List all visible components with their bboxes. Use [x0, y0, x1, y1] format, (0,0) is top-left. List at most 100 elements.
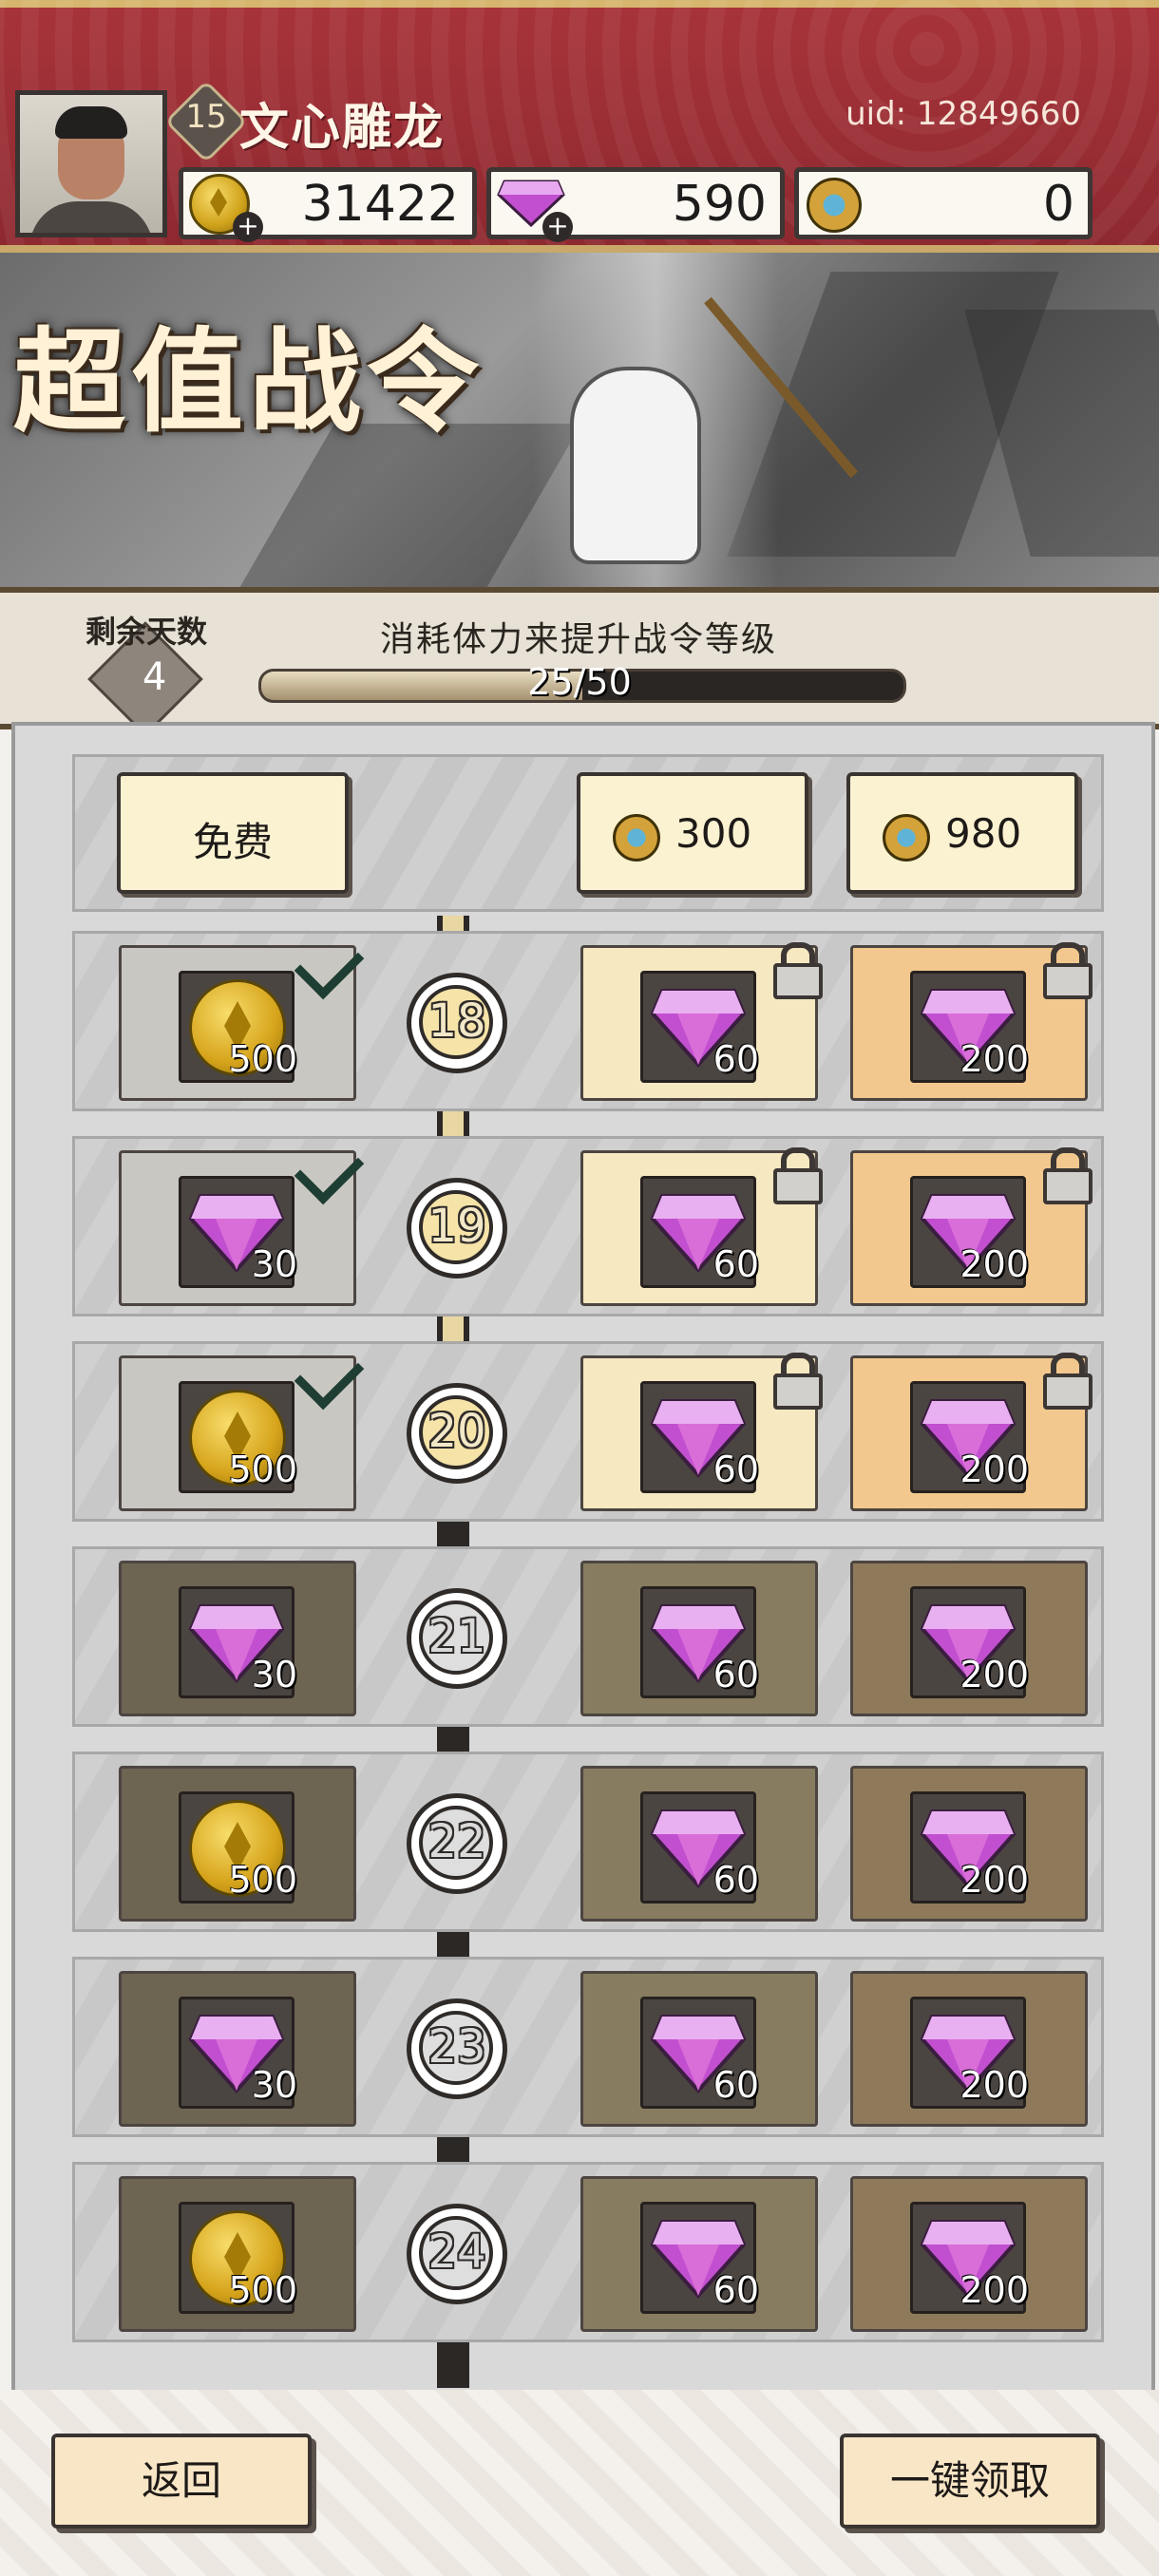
reward-item: 60 [640, 1176, 759, 1288]
add-gem-button[interactable]: + [542, 212, 573, 242]
level-number-badge: 23 [407, 1998, 507, 2099]
tier1-price: 300 [675, 810, 752, 857]
player-header: 15 文心雕龙 uid: 12849660 + 31422 + 590 0 [0, 0, 1159, 253]
lock-icon [1039, 1146, 1092, 1204]
tier2-reward-cell[interactable]: 200 [850, 1971, 1088, 2127]
reward-item: 30 [179, 1176, 297, 1288]
progress-value: 25/50 [527, 661, 632, 703]
reward-item: 60 [640, 971, 759, 1083]
progress-area: 剩余天数 4 消耗体力来提升战令等级 25/50 [0, 587, 1159, 737]
reward-item: 200 [910, 971, 1029, 1083]
free-reward-cell[interactable]: 500 [119, 1766, 356, 1922]
reward-quantity: 500 [228, 1038, 297, 1080]
reward-quantity: 500 [228, 1859, 297, 1901]
reward-item: 200 [910, 1586, 1029, 1698]
lock-icon [1039, 940, 1092, 999]
reward-quantity: 30 [251, 2064, 297, 2106]
days-remaining-value: 4 [142, 655, 167, 699]
tier1-reward-cell[interactable]: 60 [580, 2176, 818, 2332]
free-tier-button[interactable]: 免费 [117, 772, 349, 894]
reward-item: 60 [640, 1586, 759, 1698]
reward-item: 60 [640, 1997, 759, 2109]
tier2-reward-cell[interactable]: 200 [850, 1147, 1092, 1306]
tier2-reward-cell[interactable]: 200 [850, 1353, 1092, 1511]
free-reward-cell[interactable]: 30 [119, 1134, 365, 1306]
reward-quantity: 200 [960, 1654, 1029, 1695]
level-row: 500 60 200 [72, 2162, 1104, 2342]
tier2-reward-cell[interactable]: 200 [850, 1766, 1088, 1922]
level-row: 30 60 200 [72, 1546, 1104, 1727]
reward-quantity: 60 [712, 1038, 759, 1080]
reward-quantity: 200 [960, 1038, 1029, 1080]
reward-item: 500 [179, 1791, 297, 1904]
token-icon [807, 178, 862, 233]
level-number-badge: 20 [407, 1383, 507, 1484]
free-reward-cell[interactable]: 30 [119, 1971, 356, 2127]
gem-currency: + 590 [486, 167, 785, 242]
tier2-reward-cell[interactable]: 200 [850, 1561, 1088, 1716]
reward-quantity: 60 [712, 2269, 759, 2311]
token-amount: 0 [1042, 176, 1074, 233]
free-reward-cell[interactable]: 500 [119, 1339, 365, 1511]
level-number: 24 [428, 2226, 486, 2279]
tier1-reward-cell[interactable]: 60 [580, 942, 823, 1101]
level-row: 500 60 200 [72, 929, 1104, 1111]
claimed-check-icon [294, 929, 365, 1000]
token-currency: 0 [794, 167, 1092, 239]
reward-quantity: 60 [712, 1654, 759, 1695]
claimed-check-icon [294, 1134, 365, 1205]
free-reward-cell[interactable]: 500 [119, 2176, 356, 2332]
level-number: 23 [428, 2020, 486, 2074]
reward-quantity: 200 [960, 2064, 1029, 2106]
reward-panel[interactable]: 免费 300 980 500 60 200 18 30 60 200 19 50… [11, 722, 1155, 2394]
level-number-badge: 24 [407, 2204, 507, 2304]
reward-item: 200 [910, 1997, 1029, 2109]
reward-item: 30 [179, 1586, 297, 1698]
tier-header-row: 免费 300 980 [72, 754, 1104, 912]
claimed-check-icon [294, 1339, 365, 1411]
reward-item: 200 [910, 1176, 1029, 1288]
level-number: 18 [428, 994, 486, 1048]
reward-quantity: 200 [960, 2269, 1029, 2311]
reward-item: 500 [179, 971, 297, 1083]
gold-amount: 31422 [301, 176, 459, 233]
level-number: 21 [428, 1610, 486, 1663]
reward-quantity: 30 [251, 1654, 297, 1695]
reward-item: 60 [640, 2202, 759, 2314]
tier2-price: 980 [945, 810, 1022, 857]
bottom-bar: 返回 一键领取 [0, 2390, 1159, 2576]
tier2-purchase-button[interactable]: 980 [846, 772, 1078, 894]
banner-title: 超值战令 [13, 315, 485, 447]
tier1-reward-cell[interactable]: 60 [580, 1766, 818, 1922]
battle-pass-banner: 超值战令 [0, 253, 1159, 587]
tier2-reward-cell[interactable]: 200 [850, 2176, 1088, 2332]
player-name: 文心雕龙 [239, 99, 446, 157]
tier1-reward-cell[interactable]: 60 [580, 1971, 818, 2127]
tier1-purchase-button[interactable]: 300 [577, 772, 808, 894]
reward-item: 200 [910, 1381, 1029, 1493]
tier1-reward-cell[interactable]: 60 [580, 1353, 823, 1511]
days-remaining-label: 剩余天数 [86, 614, 208, 650]
lock-icon [770, 1351, 823, 1410]
free-reward-cell[interactable]: 500 [119, 929, 365, 1101]
back-button[interactable]: 返回 [51, 2434, 312, 2529]
level-number-badge: 21 [407, 1588, 507, 1689]
reward-item: 500 [179, 2202, 297, 2314]
tier1-reward-cell[interactable]: 60 [580, 1147, 823, 1306]
avatar[interactable] [15, 90, 167, 237]
free-reward-cell[interactable]: 30 [119, 1561, 356, 1716]
reward-quantity: 200 [960, 1449, 1029, 1490]
reward-quantity: 500 [228, 1449, 297, 1490]
token-icon [883, 814, 930, 862]
reward-item: 200 [910, 1791, 1029, 1904]
add-gold-button[interactable]: + [233, 212, 263, 242]
reward-quantity: 30 [251, 1243, 297, 1285]
player-uid: uid: 12849660 [846, 95, 1081, 133]
reward-quantity: 60 [712, 1243, 759, 1285]
reward-item: 200 [910, 2202, 1029, 2314]
level-number: 22 [428, 1815, 486, 1868]
tier1-reward-cell[interactable]: 60 [580, 1561, 818, 1716]
tier2-reward-cell[interactable]: 200 [850, 942, 1092, 1101]
level-number: 19 [428, 1200, 486, 1253]
claim-all-button[interactable]: 一键领取 [840, 2434, 1100, 2529]
